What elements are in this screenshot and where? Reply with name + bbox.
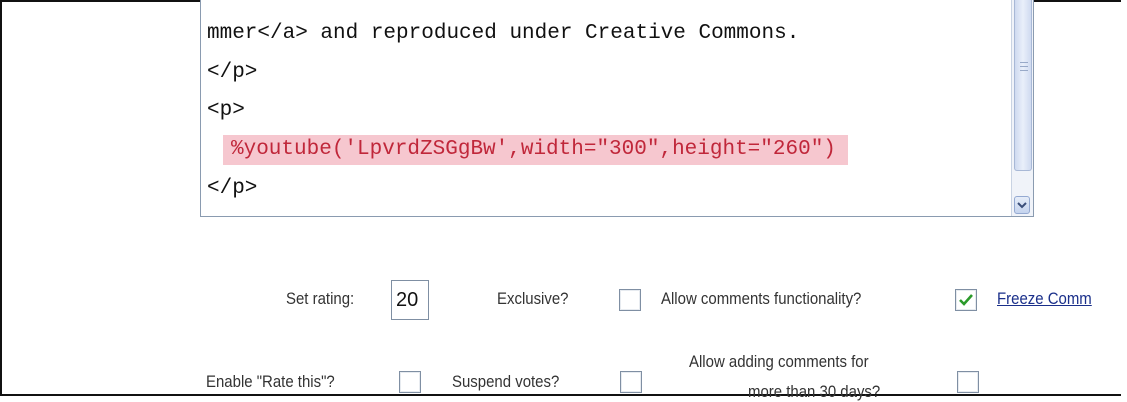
freeze-comments-link-text[interactable]: Freeze Comm: [997, 289, 1092, 308]
allow-comments-checkbox[interactable]: [955, 289, 977, 311]
suspend-votes-checkbox[interactable]: [620, 371, 642, 393]
code-textarea[interactable]: mmer</a> and reproduced under Creative C…: [200, 0, 1034, 217]
scroll-down-button[interactable]: [1014, 196, 1030, 214]
enable-rate-this-checkbox[interactable]: [399, 371, 421, 393]
allow-comments-label: Allow comments functionality?: [661, 289, 862, 308]
vertical-scrollbar[interactable]: [1011, 0, 1033, 216]
code-line: <p>: [207, 99, 245, 122]
code-line: </p>: [207, 61, 258, 84]
freeze-comments-link[interactable]: Freeze Comm: [997, 289, 1092, 309]
allow-adding-comments-checkbox[interactable]: [957, 371, 979, 393]
scrollbar-thumb[interactable]: [1014, 0, 1032, 171]
allow-adding-comments-label-line2: more than 30 days?: [748, 382, 881, 401]
chevron-down-icon: [1017, 201, 1027, 208]
suspend-votes-label: Suspend votes?: [452, 372, 560, 391]
exclusive-checkbox[interactable]: [619, 289, 641, 311]
grip-icon: [1020, 62, 1028, 76]
code-line: mmer</a> and reproduced under Creative C…: [207, 22, 800, 45]
checkmark-icon: [959, 294, 973, 306]
enable-rate-this-label: Enable "Rate this"?: [206, 372, 335, 391]
allow-adding-comments-label-line1: Allow adding comments for: [689, 352, 869, 371]
rating-input[interactable]: [391, 280, 429, 320]
set-rating-label: Set rating:: [286, 289, 355, 308]
code-line: </p>: [207, 177, 258, 200]
highlighted-code-line: %youtube('LpvrdZSGgBw',width="300",heigh…: [223, 135, 848, 165]
exclusive-label: Exclusive?: [497, 289, 569, 308]
